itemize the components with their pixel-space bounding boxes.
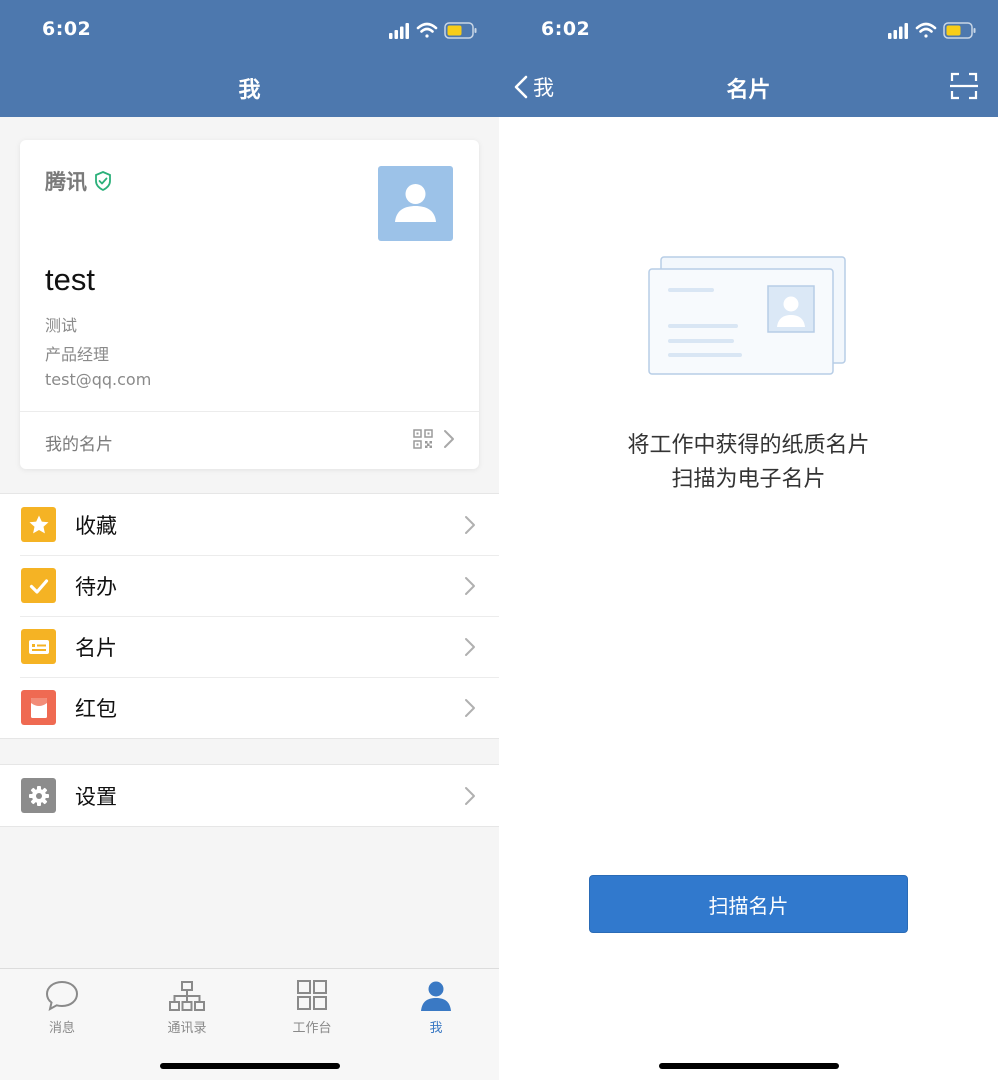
menu-label-red-packet: 红包 bbox=[75, 696, 117, 721]
menu-group-settings: 设置 bbox=[0, 764, 499, 827]
avatar-placeholder-icon bbox=[395, 184, 436, 222]
me-screen: 6:02 我 腾讯 test 测试 产品经理 test@qq.com 我的名片 … bbox=[0, 0, 499, 1080]
home-indicator bbox=[159, 1063, 340, 1069]
profile-position: 产品经理 bbox=[45, 345, 110, 364]
chevron-right-icon bbox=[465, 786, 475, 805]
description-line-1: 将工作中获得的纸质名片 bbox=[627, 433, 870, 458]
menu-item-favorites[interactable]: 收藏 bbox=[0, 494, 499, 555]
business-card-illustration bbox=[648, 256, 846, 375]
menu-group-main: 收藏 待办 名片 红包 bbox=[0, 493, 499, 739]
my-card-label[interactable]: 我的名片 bbox=[45, 430, 113, 455]
scan-card-button[interactable]: 扫描名片 bbox=[589, 875, 908, 933]
tab-label-contacts: 通讯录 bbox=[167, 1021, 207, 1036]
menu-item-business-card[interactable]: 名片 bbox=[0, 616, 499, 677]
description-line-2: 扫描为电子名片 bbox=[671, 467, 826, 492]
company-name: 腾讯 bbox=[45, 170, 87, 194]
page-title: 我 bbox=[238, 78, 261, 103]
tab-bar: 消息 通讯录 工作台 我 bbox=[0, 968, 499, 1080]
profile-department: 测试 bbox=[45, 316, 78, 335]
chevron-right-icon bbox=[465, 515, 475, 534]
tab-messages[interactable]: 消息 bbox=[0, 979, 124, 1036]
menu-item-settings[interactable]: 设置 bbox=[0, 765, 499, 826]
signal-icon bbox=[389, 23, 409, 39]
org-chart-icon bbox=[169, 981, 205, 1011]
person-icon bbox=[421, 981, 451, 1011]
status-time: 6:02 bbox=[42, 18, 92, 40]
grid-icon bbox=[297, 980, 327, 1010]
signal-icon bbox=[888, 23, 908, 39]
company-row: 腾讯 bbox=[45, 166, 113, 196]
business-card-screen: 6:02 我 名片 将工作中获得的纸质名片 扫描为电子名片 扫描名片 bbox=[499, 0, 998, 1080]
profile-email: test@qq.com bbox=[45, 370, 152, 389]
tab-label-me: 我 bbox=[429, 1021, 443, 1036]
chat-icon bbox=[45, 980, 79, 1011]
status-time: 6:02 bbox=[541, 18, 591, 40]
status-icons bbox=[888, 22, 976, 39]
red-packet-icon bbox=[21, 690, 56, 725]
card-divider bbox=[20, 411, 479, 412]
top-bar: 6:02 我 名片 bbox=[499, 0, 998, 117]
menu-label-favorites: 收藏 bbox=[75, 513, 117, 538]
tab-label-messages: 消息 bbox=[48, 1021, 75, 1036]
battery-icon bbox=[943, 22, 976, 39]
star-icon bbox=[21, 507, 56, 542]
profile-name: test bbox=[45, 262, 95, 297]
chevron-right-icon bbox=[465, 698, 475, 717]
avatar[interactable] bbox=[378, 166, 453, 241]
menu-label-todo: 待办 bbox=[75, 574, 117, 599]
battery-icon bbox=[444, 22, 477, 39]
menu-label-settings: 设置 bbox=[75, 784, 117, 809]
wifi-icon bbox=[416, 22, 438, 38]
chevron-right-icon bbox=[465, 576, 475, 595]
tab-workbench[interactable]: 工作台 bbox=[250, 979, 374, 1036]
home-indicator bbox=[658, 1063, 839, 1069]
chevron-right-icon bbox=[444, 430, 454, 448]
menu-item-red-packet[interactable]: 红包 bbox=[0, 677, 499, 738]
menu-label-business-card: 名片 bbox=[75, 635, 117, 660]
menu-item-todo[interactable]: 待办 bbox=[0, 555, 499, 616]
top-bar: 6:02 我 bbox=[0, 0, 499, 117]
tab-me[interactable]: 我 bbox=[374, 979, 498, 1036]
scan-frame-icon[interactable] bbox=[950, 72, 978, 100]
wifi-icon bbox=[915, 22, 937, 38]
chevron-right-icon bbox=[465, 637, 475, 656]
my-card-actions[interactable] bbox=[413, 429, 455, 449]
verified-shield-icon bbox=[95, 171, 111, 192]
card-icon bbox=[21, 629, 56, 664]
profile-card[interactable]: 腾讯 test 测试 产品经理 test@qq.com 我的名片 bbox=[20, 140, 479, 469]
tab-contacts[interactable]: 通讯录 bbox=[125, 979, 249, 1036]
qr-code-icon[interactable] bbox=[413, 429, 433, 449]
page-title: 名片 bbox=[726, 78, 771, 103]
status-icons bbox=[389, 22, 477, 39]
tab-label-workbench: 工作台 bbox=[292, 1021, 332, 1036]
check-icon bbox=[21, 568, 56, 603]
gear-icon bbox=[21, 778, 56, 813]
